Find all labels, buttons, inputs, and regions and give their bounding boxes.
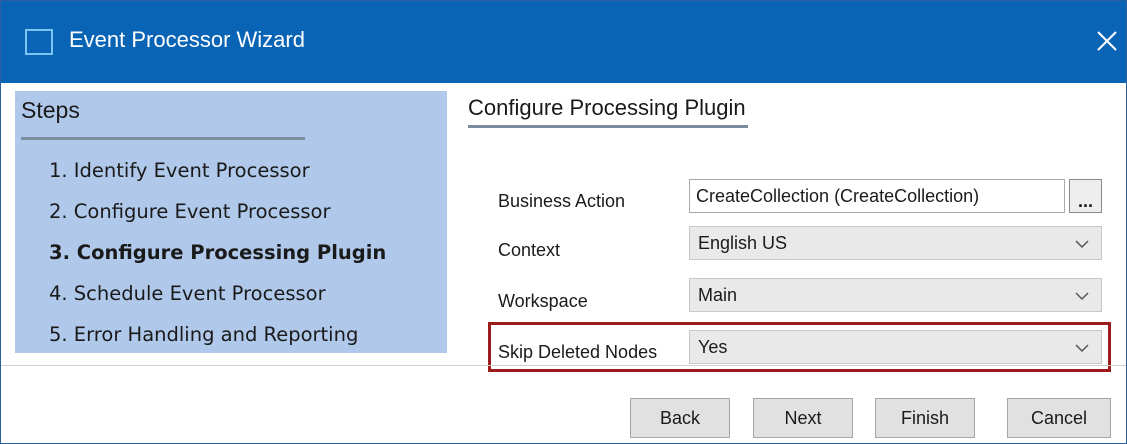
wizard-window: Event Processor Wizard Steps 1. Identify… [0, 0, 1127, 444]
back-button[interactable]: Back [630, 398, 730, 438]
steps-list: 1. Identify Event Processor 2. Configure… [49, 155, 386, 360]
business-action-label: Business Action [498, 191, 626, 211]
finish-button[interactable]: Finish [875, 398, 975, 438]
steps-panel: Steps 1. Identify Event Processor 2. Con… [15, 91, 447, 353]
steps-heading: Steps [21, 97, 80, 123]
business-action-browse-button[interactable]: ... [1069, 179, 1102, 213]
close-button[interactable] [1087, 21, 1127, 61]
window-icon [25, 29, 53, 55]
chevron-down-icon [1075, 240, 1089, 249]
section-title-underline [468, 125, 748, 128]
step-item-schedule: 4. Schedule Event Processor [49, 282, 326, 305]
section-title: Configure Processing Plugin [468, 95, 746, 120]
workspace-label: Workspace [498, 291, 588, 311]
window-title: Event Processor Wizard [69, 27, 305, 52]
workspace-select[interactable]: Main [689, 278, 1102, 312]
step-item-identify: 1. Identify Event Processor [49, 159, 310, 182]
workspace-value: Main [698, 285, 738, 305]
step-item-configure-processing-plugin: 3. Configure Processing Plugin [49, 241, 387, 264]
step-item-error-handling: 5. Error Handling and Reporting [49, 323, 359, 346]
cancel-button[interactable]: Cancel [1007, 398, 1111, 438]
next-button[interactable]: Next [753, 398, 853, 438]
context-label: Context [498, 240, 561, 260]
wizard-content: Steps 1. Identify Event Processor 2. Con… [1, 83, 1126, 372]
business-action-field[interactable]: CreateCollection (CreateCollection) [689, 179, 1065, 213]
chevron-down-icon [1075, 292, 1089, 301]
close-icon [1097, 31, 1117, 51]
footer-divider [1, 365, 1126, 366]
context-value: English US [698, 233, 788, 253]
steps-heading-underline [21, 137, 305, 140]
context-select[interactable]: English US [689, 226, 1102, 260]
step-item-configure-event-processor: 2. Configure Event Processor [49, 200, 331, 223]
title-bar[interactable]: Event Processor Wizard [1, 1, 1126, 83]
